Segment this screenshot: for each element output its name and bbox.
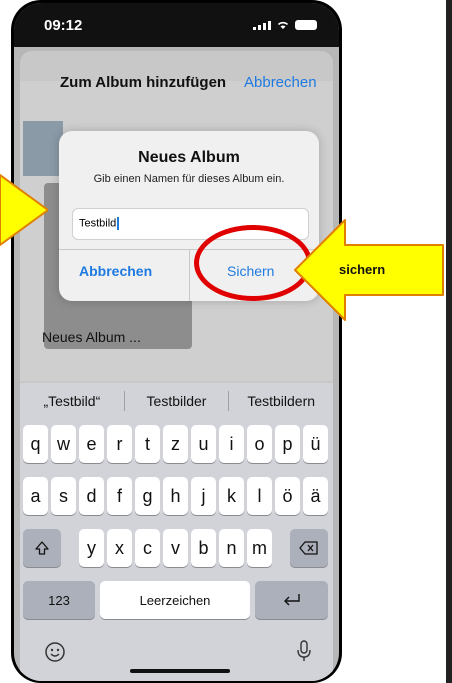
return-key[interactable]	[255, 581, 328, 619]
key[interactable]: u	[191, 425, 216, 463]
backspace-icon	[299, 541, 318, 555]
key[interactable]: n	[219, 529, 244, 567]
wifi-icon	[277, 21, 289, 29]
emoji-icon[interactable]	[44, 641, 66, 663]
key[interactable]: i	[219, 425, 244, 463]
suggestion-bar: „Testbild“ Testbilder Testbildern	[20, 383, 333, 419]
key[interactable]: s	[51, 477, 76, 515]
home-indicator	[130, 669, 230, 673]
status-time: 09:12	[44, 17, 83, 34]
keyboard: „Testbild“ Testbilder Testbildern q w e …	[20, 383, 333, 681]
key-row-2: a s d f g h j k l ö ä	[20, 477, 333, 515]
left-pointer-arrow	[0, 173, 48, 247]
key[interactable]: j	[191, 477, 216, 515]
key[interactable]: a	[23, 477, 48, 515]
microphone-icon[interactable]	[296, 639, 312, 663]
space-key[interactable]: Leerzeichen	[100, 581, 250, 619]
key[interactable]: e	[79, 425, 104, 463]
key[interactable]: t	[135, 425, 160, 463]
keyboard-bottom-bar	[20, 631, 333, 671]
callout-label: sichern	[339, 262, 386, 277]
battery-icon	[295, 20, 317, 30]
key[interactable]: r	[107, 425, 132, 463]
dialog-button-divider	[189, 249, 190, 301]
key[interactable]: q	[23, 425, 48, 463]
key[interactable]: f	[107, 477, 132, 515]
key[interactable]: w	[51, 425, 76, 463]
key-row-3: y x c v b n m	[20, 529, 333, 567]
new-album-label: Neues Album ...	[42, 329, 141, 345]
key[interactable]: l	[247, 477, 272, 515]
album-name-value: Testbild	[79, 217, 120, 230]
dialog-cancel-button[interactable]: Abbrechen	[79, 263, 152, 279]
suggestion-1[interactable]: „Testbild“	[20, 393, 124, 409]
backspace-key[interactable]	[290, 529, 328, 567]
shift-key[interactable]	[23, 529, 61, 567]
phone-frame: 09:12 Zum Album hinzufügen Abbrechen Neu…	[11, 0, 342, 683]
key[interactable]: v	[163, 529, 188, 567]
key[interactable]: p	[275, 425, 300, 463]
shift-icon	[35, 541, 49, 555]
key[interactable]: d	[79, 477, 104, 515]
status-icons	[253, 19, 317, 31]
key[interactable]: o	[247, 425, 272, 463]
right-edge-bar	[446, 0, 452, 683]
key[interactable]: k	[219, 477, 244, 515]
key[interactable]: b	[191, 529, 216, 567]
signal-icon	[253, 20, 271, 30]
key[interactable]: ü	[303, 425, 328, 463]
return-icon	[283, 594, 300, 606]
text-caret	[117, 217, 120, 230]
sheet-title: Zum Album hinzufügen	[60, 74, 227, 91]
key[interactable]: ä	[303, 477, 328, 515]
status-bar: 09:12	[14, 3, 339, 47]
sheet-cancel-button[interactable]: Abbrechen	[244, 74, 317, 91]
key[interactable]: c	[135, 529, 160, 567]
suggestion-2[interactable]: Testbilder	[125, 393, 229, 409]
key-row-1: q w e r t z u i o p ü	[20, 425, 333, 463]
key[interactable]: y	[79, 529, 104, 567]
album-name-text: Testbild	[79, 217, 117, 230]
key[interactable]: m	[247, 529, 272, 567]
suggestion-3[interactable]: Testbildern	[229, 393, 333, 409]
key[interactable]: x	[107, 529, 132, 567]
key[interactable]: g	[135, 477, 160, 515]
dialog-subtitle: Gib einen Namen für dieses Album ein.	[93, 173, 285, 185]
dialog-title: Neues Album	[138, 149, 240, 166]
screen: 09:12 Zum Album hinzufügen Abbrechen Neu…	[14, 3, 339, 681]
numbers-key[interactable]: 123	[23, 581, 95, 619]
key[interactable]: h	[163, 477, 188, 515]
key[interactable]: z	[163, 425, 188, 463]
key-row-4: 123 Leerzeichen	[20, 581, 333, 619]
key[interactable]: ö	[275, 477, 300, 515]
